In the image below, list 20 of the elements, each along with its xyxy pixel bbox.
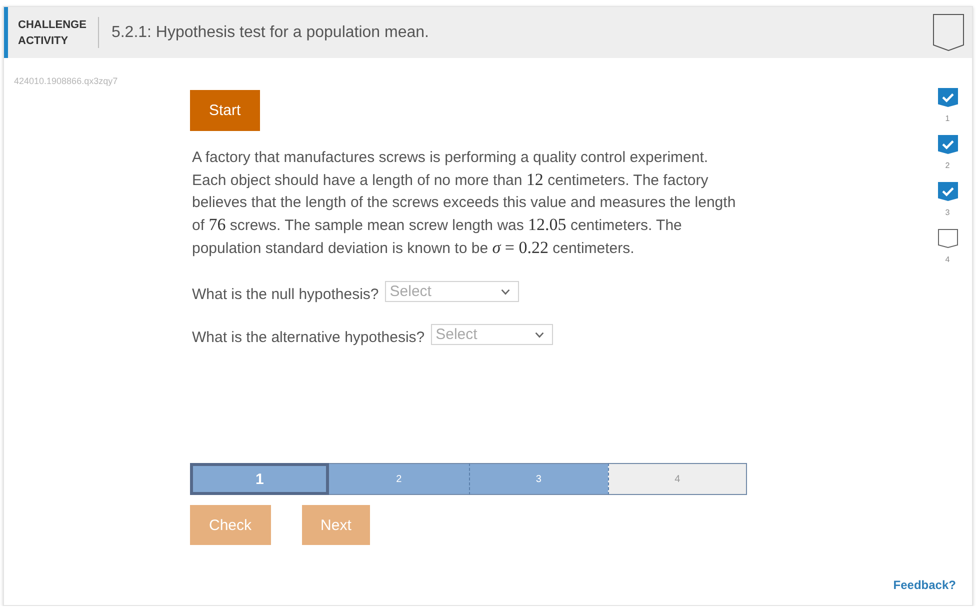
level-tab[interactable]: 2 xyxy=(329,463,468,495)
level-tab[interactable]: 4 xyxy=(608,463,747,495)
select-dropdown[interactable]: Select xyxy=(430,324,553,345)
level-number: 3 xyxy=(945,208,950,218)
chevron-down-icon xyxy=(534,332,544,338)
question-text: What is the null hypothesis? xyxy=(192,285,379,305)
question-text: What is the alternative hypothesis? xyxy=(192,328,425,348)
level-tab[interactable]: 3 xyxy=(468,463,608,495)
activity-title: 5.2.1: Hypothesis test for a population mean. xyxy=(111,24,430,42)
level-number: 1 xyxy=(945,114,950,124)
level-tab[interactable]: 1 xyxy=(190,463,330,495)
level-number: 2 xyxy=(945,161,950,171)
level-number: 4 xyxy=(945,255,950,265)
chevron-down-icon xyxy=(500,288,510,294)
activity-type-label: CHALLENGE ACTIVITY xyxy=(18,18,88,48)
feedback-link[interactable]: Feedback? xyxy=(893,578,956,592)
activity-id-text: 424010.1908866.qx3zqy7 xyxy=(14,76,119,86)
start-button[interactable]: Start xyxy=(190,90,260,131)
problem-text: A factory that manufactures screws is performing a quality control experiment. Each object should have a length of no more than 12 centimeters. The factory believes that the length of the screws exceeds this value and measures the length of 76 screws. The sample mean screw length was 12.05 centimeters. The population standard deviation is known to be σ = 0.22 centimeters. xyxy=(192,148,737,259)
select-dropdown[interactable]: Select xyxy=(384,281,519,302)
